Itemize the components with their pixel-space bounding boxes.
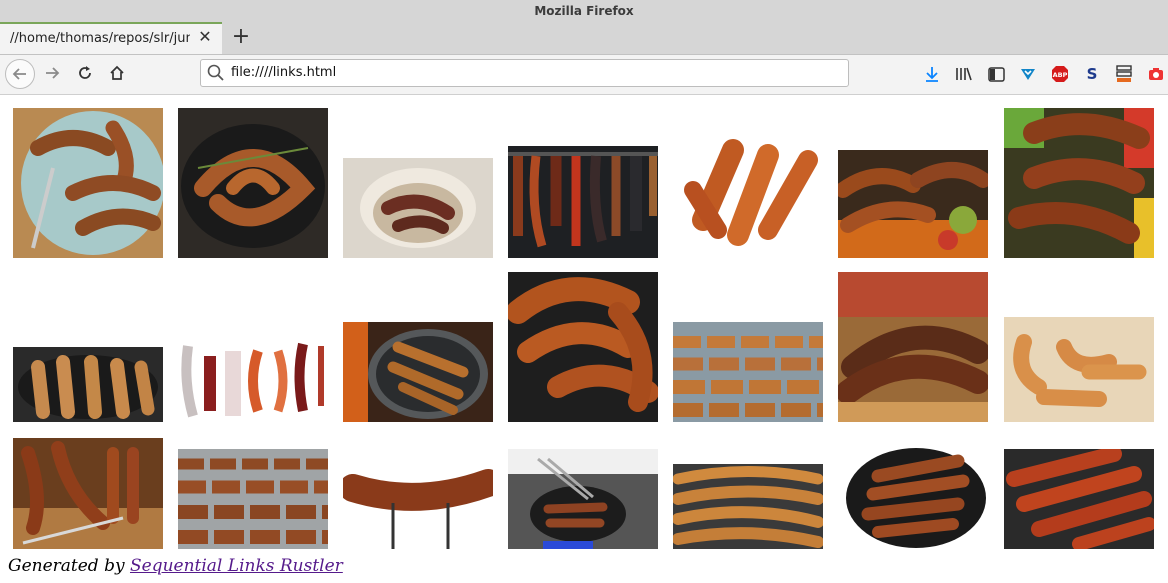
gallery-image[interactable] <box>838 272 988 422</box>
sausages-on-dark-board-image <box>508 272 658 422</box>
pocket-v-icon <box>1021 69 1035 80</box>
sausages-on-plate-with-fork-image <box>13 108 163 258</box>
gallery-image[interactable] <box>1004 317 1154 422</box>
sausages-in-bowl-image <box>343 158 493 258</box>
sausages-on-grill-flames-image <box>838 150 988 258</box>
abp-label: ABP <box>1053 71 1068 79</box>
forward-arrow-icon <box>46 67 60 79</box>
gallery-image[interactable] <box>673 322 823 422</box>
window-title-bar: Mozilla Firefox <box>0 0 1168 22</box>
tab-strip: //home/thomas/repos/slr/junk ✕ + <box>0 22 1168 55</box>
gallery-image[interactable] <box>343 463 493 549</box>
sausage-in-bun-close-up-image <box>838 272 988 422</box>
gallery-image[interactable] <box>508 146 658 258</box>
adblock-plus-icon[interactable]: ABP <box>1050 64 1070 84</box>
window-title: Mozilla Firefox <box>534 4 634 18</box>
gallery-image[interactable] <box>838 436 988 549</box>
page-footer: Generated by Sequential Links Rustler <box>8 556 343 576</box>
new-tab-button[interactable]: + <box>230 25 252 49</box>
gallery-image[interactable] <box>13 347 163 422</box>
address-bar[interactable]: file:////links.html <box>200 59 849 87</box>
sausages-on-cutting-board-image <box>13 438 163 549</box>
gallery-image[interactable] <box>1004 108 1154 258</box>
search-icon <box>207 64 224 81</box>
back-arrow-icon <box>12 68 26 80</box>
url-text: file:////links.html <box>231 65 337 80</box>
reload-icon <box>79 66 91 79</box>
gallery-image[interactable] <box>673 464 823 549</box>
library-shelves-icon <box>956 67 972 81</box>
gallery-image[interactable] <box>178 108 328 258</box>
list-stack-icon <box>1116 65 1132 82</box>
sausages-in-pan-with-rosemary-image <box>13 347 163 422</box>
single-grilled-sausage-image <box>343 463 493 549</box>
back-button[interactable] <box>5 59 35 89</box>
sausage-rows-on-grill-2-image <box>178 449 328 549</box>
gallery-image[interactable] <box>343 322 493 422</box>
gallery-image[interactable] <box>178 336 328 422</box>
generator-link[interactable]: Sequential Links Rustler <box>130 556 343 576</box>
sausage-rows-on-grill-image <box>673 322 823 422</box>
hanging-salami-links-image <box>178 336 328 422</box>
s-extension-label: S <box>1086 65 1098 83</box>
sausages-in-black-pan-image <box>838 436 988 549</box>
forward-button[interactable] <box>38 59 66 87</box>
hanging-cured-sausages-image <box>508 146 658 258</box>
navigation-toolbar: file:////links.html ABP S <box>0 55 1168 95</box>
gallery-image[interactable] <box>343 158 493 258</box>
grilled-sausages-pile-image <box>673 120 823 258</box>
reload-button[interactable] <box>71 59 99 87</box>
screenshot-icon[interactable] <box>1146 64 1166 84</box>
gallery-image[interactable] <box>13 108 163 258</box>
pocket-icon[interactable] <box>1018 64 1038 84</box>
sausages-in-skillet-with-herbs-image <box>178 108 328 258</box>
gallery-image[interactable] <box>508 449 658 549</box>
library-icon[interactable] <box>954 64 974 84</box>
s-extension-icon[interactable]: S <box>1082 64 1102 84</box>
sausages-in-pan-over-fire-image <box>343 322 493 422</box>
abp-octagon-icon: ABP <box>1052 66 1068 82</box>
camera-icon <box>1149 68 1163 80</box>
sidebar-panel-icon <box>987 66 1005 82</box>
gallery-image[interactable] <box>1004 449 1154 549</box>
gallery-image[interactable] <box>13 438 163 549</box>
home-icon <box>110 65 124 80</box>
home-button[interactable] <box>103 59 131 87</box>
sausages-on-grill-grate-image <box>673 464 823 549</box>
gallery-image[interactable] <box>508 272 658 422</box>
sausages-with-peppers-image <box>1004 108 1154 258</box>
download-icon[interactable] <box>922 64 942 84</box>
gallery-image[interactable] <box>673 120 823 258</box>
hot-dogs-on-wood-image <box>1004 317 1154 422</box>
tab-active[interactable]: //home/thomas/repos/slr/junk ✕ <box>0 22 222 54</box>
download-arrow-icon <box>926 67 938 82</box>
gallery-image[interactable] <box>178 449 328 549</box>
tab-title: //home/thomas/repos/slr/junk <box>10 31 190 46</box>
sidebar-icon[interactable] <box>986 64 1006 84</box>
sausages-in-pan-with-tongs-image <box>508 449 658 549</box>
gallery-image[interactable] <box>838 150 988 258</box>
sausages-on-barbecue-image <box>1004 449 1154 549</box>
bookmarks-manager-icon[interactable] <box>1114 64 1134 84</box>
footer-prefix: Generated by <box>8 556 125 576</box>
close-tab-icon[interactable]: ✕ <box>196 28 214 46</box>
